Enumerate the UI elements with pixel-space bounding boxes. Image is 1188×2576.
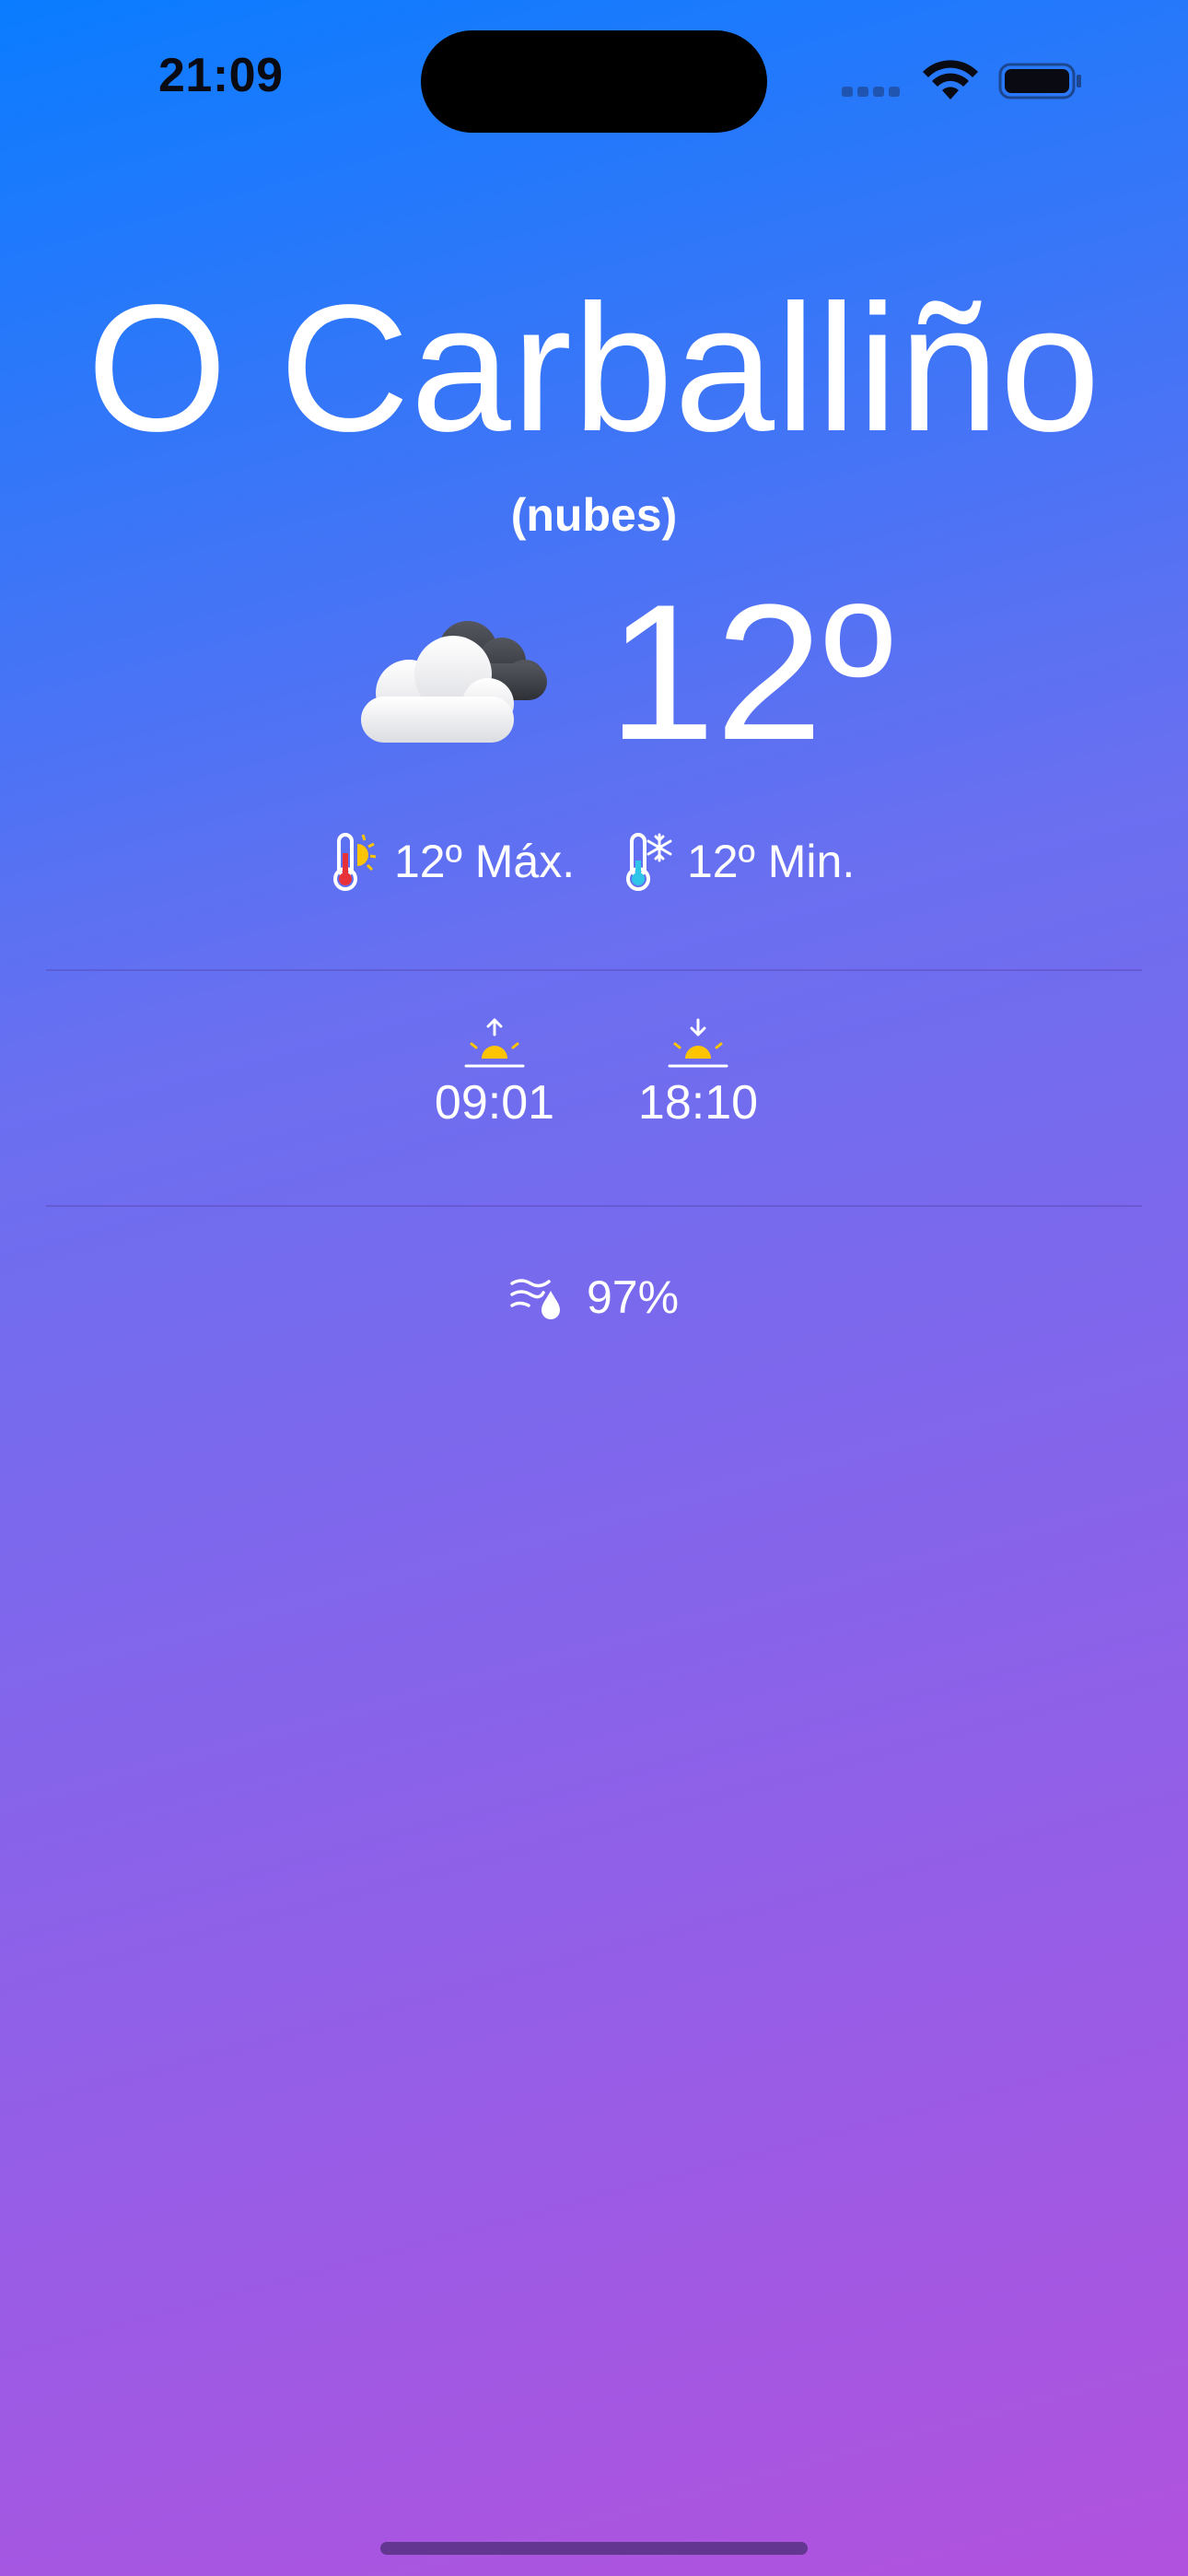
current-weather: 12º <box>0 571 1188 774</box>
divider <box>46 969 1142 971</box>
city-name: O Carballiño <box>87 267 1101 469</box>
humidity: 97% <box>0 1267 1188 1331</box>
weather-condition: (nubes) <box>510 489 678 541</box>
status-time: 21:09 <box>158 49 284 102</box>
divider <box>46 1205 1142 1207</box>
max-temperature-label: 12º Máx. <box>394 836 576 887</box>
cellular-signal-icon <box>842 87 901 98</box>
humidity-value: 97% <box>587 1271 680 1323</box>
status-bar: 21:09 <box>0 0 1188 157</box>
sunrise-time: 09:01 <box>434 1076 555 1130</box>
temperature-range: 12º Máx. 12º Min. <box>0 825 1188 898</box>
max-temperature: 12º Máx. <box>330 825 575 898</box>
wifi-icon <box>923 60 978 100</box>
battery-icon <box>998 63 1081 100</box>
sunset-time: 18:10 <box>637 1076 759 1130</box>
humidity-icon <box>510 1279 560 1319</box>
min-temperature-label: 12º Min. <box>687 836 856 887</box>
thermometer-snowflake-icon <box>626 833 672 891</box>
sunset-icon <box>668 1018 728 1068</box>
sunrise: 09:01 <box>421 1018 568 1130</box>
thermometer-sun-icon <box>333 833 377 891</box>
sunrise-icon <box>464 1018 525 1068</box>
home-indicator[interactable] <box>380 2542 808 2555</box>
cloud-icon <box>361 621 547 743</box>
dynamic-island <box>421 30 767 133</box>
current-temperature: 12º <box>608 564 894 780</box>
min-temperature: 12º Min. <box>623 825 855 898</box>
sunset: 18:10 <box>624 1018 772 1130</box>
